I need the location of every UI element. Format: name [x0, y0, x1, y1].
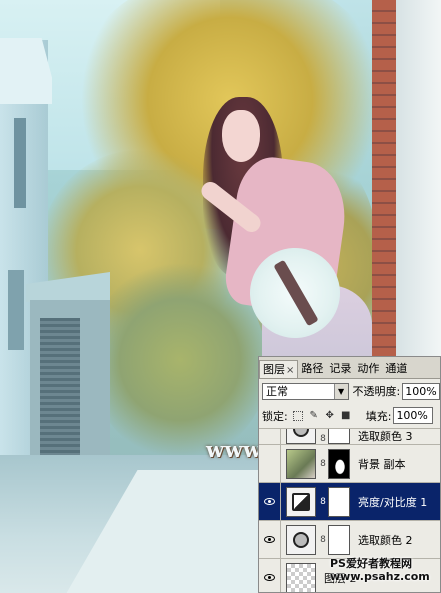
lock-all-icon[interactable]: ■ [340, 410, 352, 422]
fill-label: 填充: [365, 409, 392, 423]
lock-label: 锁定: [262, 409, 288, 423]
opacity-label: 不透明度: [352, 385, 401, 398]
house-window [14, 118, 26, 208]
layer-thumbnail [286, 524, 316, 555]
eye-icon [264, 574, 275, 581]
eye-icon [264, 498, 275, 505]
layer-name: 亮度/对比度 1 [358, 495, 428, 509]
lock-row: 锁定: ✎ ✥ ■ 填充: 100% [259, 403, 440, 429]
garage-shutter [40, 318, 80, 456]
layer-thumbnail [286, 448, 316, 479]
site-watermark-url: www.psahz.com [330, 570, 430, 583]
tab-channels[interactable]: 通道 [382, 360, 410, 378]
blend-mode-value: 正常 [266, 385, 288, 398]
white-wall [396, 0, 441, 360]
visibility-toggle[interactable] [259, 483, 281, 520]
layer-name: 选取颜色 3 [358, 430, 413, 443]
fill-input[interactable]: 100% [393, 407, 434, 424]
layer-thumbnail [286, 486, 316, 517]
lock-brush-icon[interactable]: ✎ [308, 410, 320, 422]
layer-mask [328, 524, 350, 555]
woman-face [222, 110, 260, 162]
layer-name: 选取颜色 2 [358, 533, 413, 547]
layer-thumbnail [286, 429, 316, 444]
layer-name: 背景 副本 [358, 457, 406, 471]
opacity-input[interactable]: 100% [402, 382, 440, 400]
blend-row: 正常 ▼ 不透明度: 100% [259, 379, 440, 403]
link-icon: 8 [320, 458, 326, 469]
layer-mask [328, 429, 350, 444]
tab-history[interactable]: 记录 [326, 360, 354, 378]
house-window [8, 270, 24, 350]
link-icon: 8 [320, 434, 326, 444]
link-icon: 8 [320, 534, 326, 545]
brick-pillar [372, 0, 396, 360]
lock-transparent-icon[interactable] [292, 410, 304, 422]
site-watermark: PS爱好者教程网 www.psahz.com [330, 557, 430, 583]
layer-thumbnail [286, 562, 316, 592]
visibility-toggle[interactable] [259, 429, 281, 444]
panel-tabs: 图层× 路径 记录 动作 通道 [259, 357, 440, 379]
tab-label: 图层 [263, 363, 285, 376]
tab-paths[interactable]: 路径 [298, 360, 326, 378]
layer-row[interactable]: 8 选取颜色 3 [259, 429, 440, 445]
close-icon[interactable]: × [286, 365, 294, 376]
chevron-down-icon[interactable]: ▼ [333, 383, 348, 399]
visibility-toggle[interactable] [259, 445, 281, 482]
tab-layers[interactable]: 图层× [259, 360, 299, 378]
layer-mask [328, 448, 350, 479]
visibility-toggle[interactable] [259, 559, 281, 592]
layer-row-selected[interactable]: 8 亮度/对比度 1 [259, 483, 440, 521]
lock-move-icon[interactable]: ✥ [324, 410, 336, 422]
blend-mode-select[interactable]: 正常 ▼ [262, 382, 349, 400]
visibility-toggle[interactable] [259, 521, 281, 558]
site-watermark-title: PS爱好者教程网 [330, 557, 412, 570]
link-icon: 8 [320, 496, 326, 507]
layer-mask [328, 486, 350, 517]
layer-row[interactable]: 8 选取颜色 2 [259, 521, 440, 559]
layer-row[interactable]: 8 背景 副本 [259, 445, 440, 483]
eye-icon [264, 536, 275, 543]
tab-actions[interactable]: 动作 [354, 360, 382, 378]
